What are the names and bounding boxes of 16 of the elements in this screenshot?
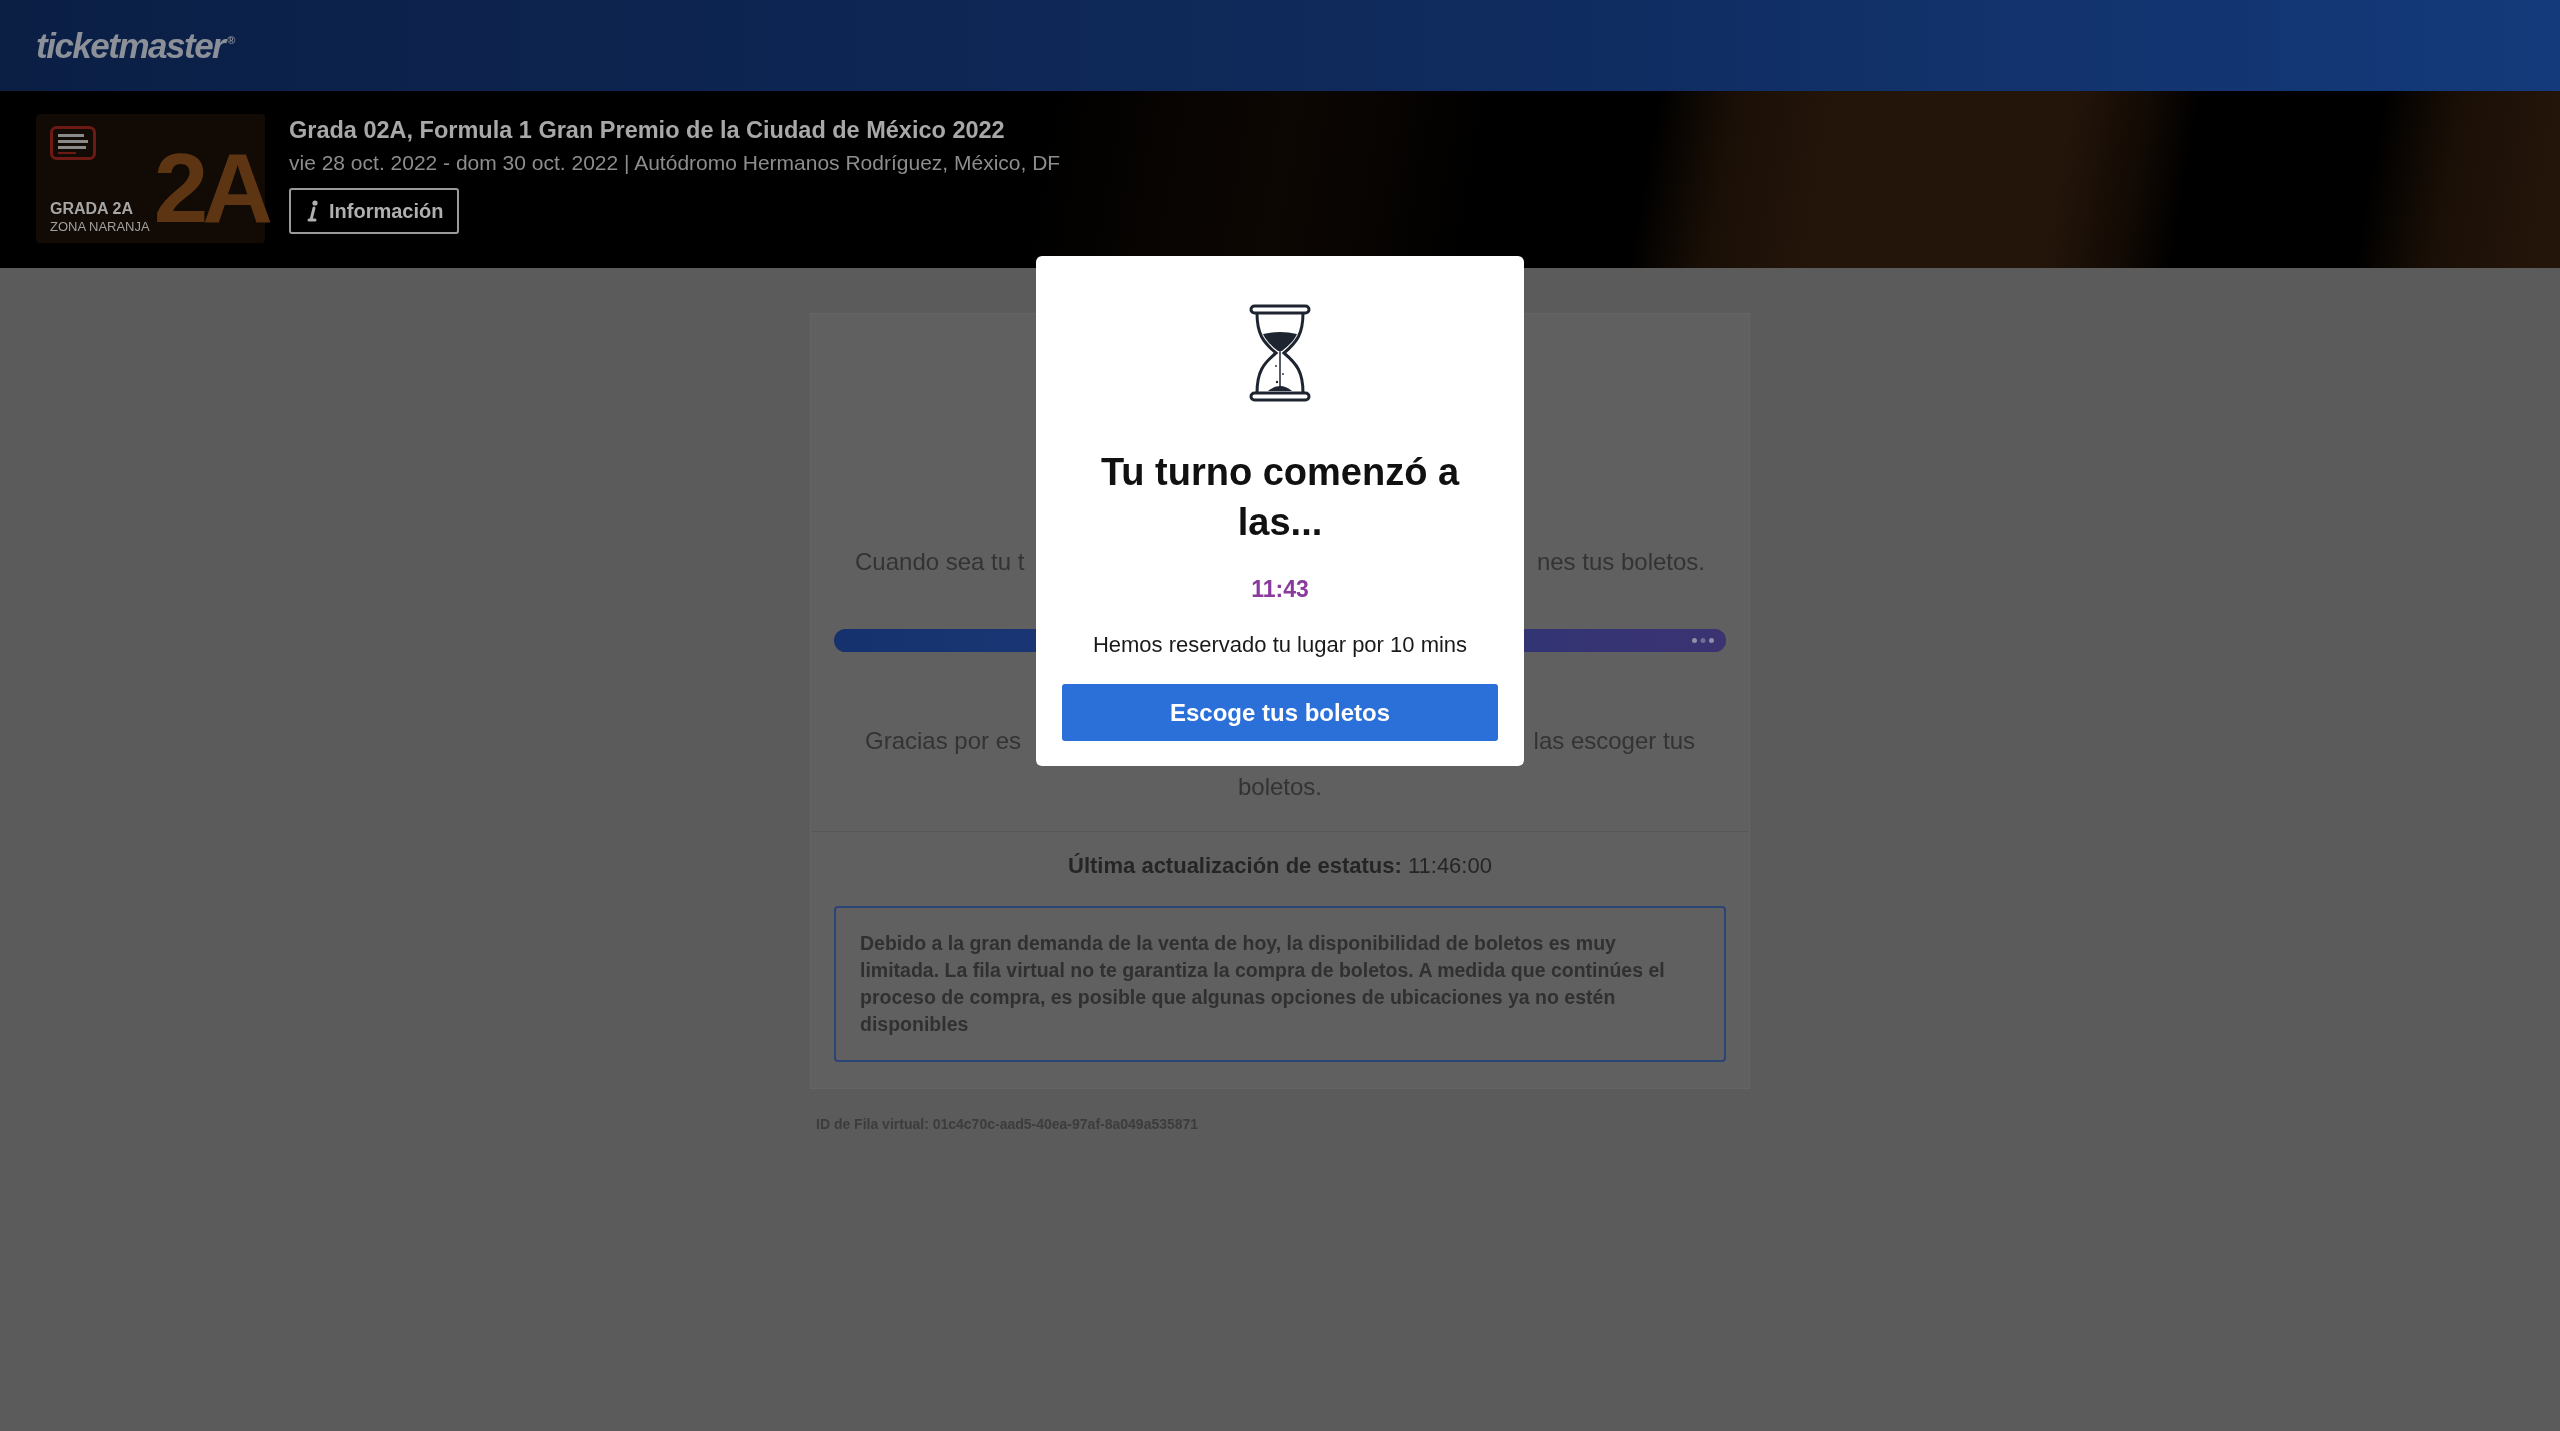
choose-tickets-button[interactable]: Escoge tus boletos bbox=[1062, 684, 1498, 741]
event-logo-icon bbox=[50, 126, 96, 160]
info-icon bbox=[307, 200, 319, 222]
dots-icon bbox=[1692, 638, 1714, 643]
status-update-text: Última actualización de estatus: 11:46:00 bbox=[1067, 852, 1493, 880]
event-title: Grada 02A, Formula 1 Gran Premio de la Ciudad de México 2022 bbox=[289, 116, 1005, 145]
info-button[interactable]: Información bbox=[289, 188, 460, 234]
turn-start-time: 11:43 bbox=[1251, 575, 1309, 604]
event-dates-venue: vie 28 oct. 2022 - dom 30 oct. 2022 | Autódromo Hermanos Rodríguez, México, DF bbox=[289, 150, 1061, 176]
reservation-text: Hemos reservado tu lugar por 10 mins bbox=[1092, 631, 1468, 659]
brand-logo: ticketmaster$^{®}$ bbox=[36, 25, 236, 66]
thumbnail-subtitle: ZONA NARANJA bbox=[50, 218, 150, 235]
thumbnail-big-text: 2A bbox=[153, 141, 269, 235]
modal-title: Tu turno comenzó a las... bbox=[1099, 450, 1461, 545]
hourglass-icon bbox=[1249, 304, 1311, 402]
thumbnail-title: GRADA 2A bbox=[50, 199, 134, 218]
